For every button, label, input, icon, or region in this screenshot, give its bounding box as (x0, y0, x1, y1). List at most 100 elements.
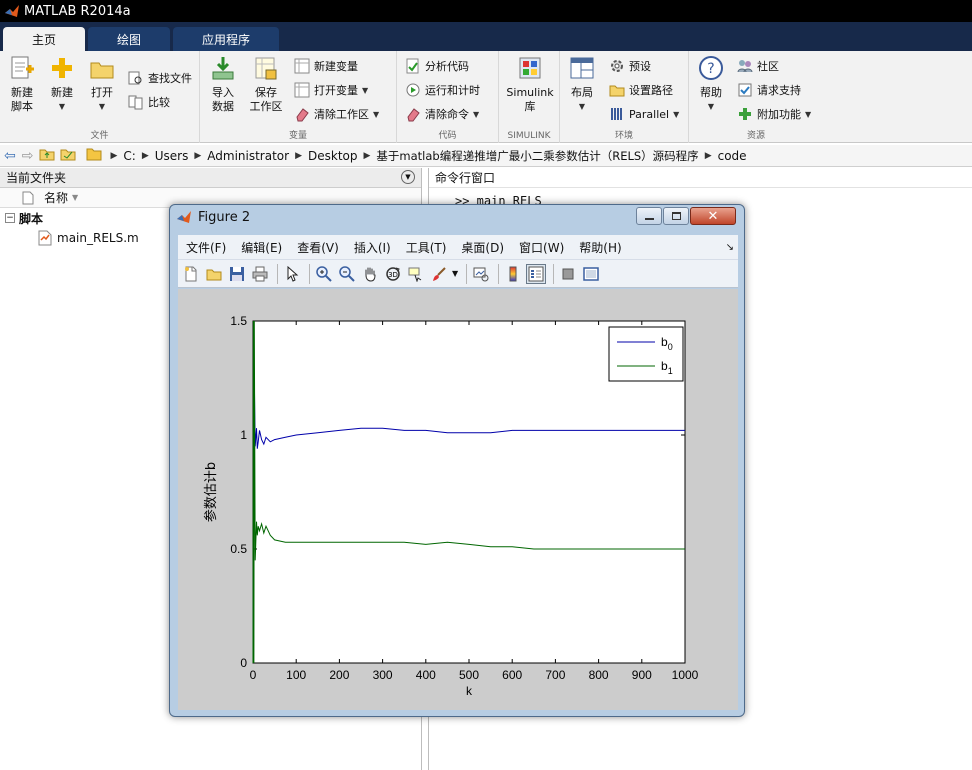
layout-button[interactable]: 布局 ▼ (567, 55, 597, 114)
menu-insert[interactable]: 插入(I) (354, 239, 391, 256)
simulink-library-icon (519, 57, 541, 79)
panel-menu-icon[interactable]: ▼ (401, 170, 415, 184)
figure-toolbar: 3D ▼ (178, 259, 738, 288)
group-simulink: Simulink 库 SIMULINK (499, 51, 560, 143)
back-arrow-icon[interactable]: ⇦ (4, 148, 16, 164)
request-support-button[interactable]: 请求支持 (737, 82, 801, 98)
chevron-down-icon: ▼ (673, 109, 680, 119)
svg-text:?: ? (707, 61, 714, 77)
figure-title-bar: Figure 2 (176, 209, 250, 225)
legend-icon[interactable] (526, 263, 547, 284)
community-button[interactable]: 社区 (737, 58, 779, 74)
new-button[interactable]: 新建 ▼ (46, 55, 78, 114)
breadcrumb-c[interactable]: C: (123, 149, 135, 163)
import-data-button[interactable]: 导入 数据 (208, 55, 238, 114)
new-script-button[interactable]: 新建 脚本 (6, 55, 38, 114)
breadcrumb-users[interactable]: Users (155, 149, 189, 163)
show-plot-tools-icon[interactable] (581, 264, 601, 284)
y-tick-label: 0.5 (230, 542, 247, 556)
simulink-library-button[interactable]: Simulink 库 (505, 55, 555, 114)
find-files-button[interactable]: 查找文件 (128, 70, 192, 86)
pointer-icon[interactable] (282, 264, 302, 284)
collapse-icon[interactable]: − (5, 213, 15, 223)
addons-button[interactable]: 附加功能 ▼ (737, 106, 811, 122)
matlab-logo-icon (5, 5, 19, 17)
chevron-right-icon: ▶ (194, 150, 202, 161)
menu-edit[interactable]: 编辑(E) (241, 239, 282, 256)
chevron-down-icon: ▼ (578, 102, 586, 111)
data-cursor-icon[interactable] (406, 264, 426, 284)
chevron-right-icon: ▶ (295, 150, 302, 161)
open-button[interactable]: 打开 ▼ (86, 55, 118, 114)
parallel-button[interactable]: Parallel ▼ (609, 106, 679, 122)
compare-button[interactable]: 比较 (128, 94, 170, 110)
save-workspace-icon (255, 57, 277, 80)
new-variable-icon (294, 58, 310, 74)
menu-tools[interactable]: 工具(T) (406, 239, 447, 256)
forward-arrow-icon[interactable]: ⇨ (22, 148, 34, 164)
help-button[interactable]: ? 帮助 ▼ (696, 55, 726, 114)
breadcrumb-administrator[interactable]: Administrator (207, 149, 289, 163)
brush-icon[interactable] (429, 264, 449, 284)
menu-help[interactable]: 帮助(H) (579, 239, 621, 256)
close-button[interactable]: ✕ (690, 207, 736, 225)
breadcrumb-code[interactable]: code (718, 149, 747, 163)
figure-canvas: 0 100 200 300 400 500 600 700 800 900 1000 0 0.5 1 1.5… (178, 289, 738, 710)
toolbar-separator (309, 263, 310, 284)
dock-arrow-icon[interactable]: ↘ (726, 242, 734, 253)
up-folder-icon[interactable] (39, 147, 55, 164)
run-and-time-button[interactable]: 运行和计时 (405, 82, 480, 98)
print-icon[interactable] (250, 264, 270, 284)
hide-plot-tools-icon[interactable] (558, 264, 578, 284)
open-variable-button[interactable]: 打开变量 ▼ (294, 82, 368, 98)
figure-window[interactable]: Figure 2 ✕ 文件(F) 编辑(E) 查看(V) 插入(I) 工具(T)… (169, 204, 745, 717)
rotate-3d-icon[interactable]: 3D (383, 264, 403, 284)
folder-path-icon (609, 85, 625, 97)
tab-apps[interactable]: 应用程序 (173, 27, 279, 51)
browse-folder-icon[interactable] (60, 147, 76, 164)
link-plot-icon[interactable] (471, 264, 491, 284)
maximize-button[interactable] (663, 207, 689, 225)
group-code: 分析代码 运行和计时 清除命令 ▼ 代码 (397, 51, 499, 143)
colorbar-icon[interactable] (503, 264, 523, 284)
chevron-down-icon[interactable]: ▼ (452, 269, 458, 278)
menu-window[interactable]: 窗口(W) (519, 239, 564, 256)
x-tick-label: 500 (459, 668, 479, 682)
zoom-in-icon[interactable] (314, 264, 334, 284)
menu-file[interactable]: 文件(F) (186, 239, 226, 256)
group-environment: 布局 ▼ 预设 设置路径 Parallel ▼ 环境 (560, 51, 689, 143)
addons-icon (739, 108, 751, 120)
file-column-icon (22, 191, 34, 204)
plus-icon (52, 58, 72, 78)
folder-icon (86, 147, 102, 164)
eraser-icon (407, 108, 420, 122)
title-bar: MATLAB R2014a (0, 0, 972, 22)
preferences-button[interactable]: 预设 (609, 58, 651, 74)
toolbar-separator (466, 263, 468, 284)
pan-hand-icon[interactable] (360, 264, 380, 284)
set-path-button[interactable]: 设置路径 (609, 82, 673, 98)
open-file-icon[interactable] (204, 264, 224, 284)
analyze-code-button[interactable]: 分析代码 (405, 58, 469, 74)
new-figure-icon[interactable] (181, 264, 201, 284)
breadcrumb-desktop[interactable]: Desktop (308, 149, 358, 163)
current-folder-header: 当前文件夹 ▼ (0, 168, 421, 188)
save-workspace-button[interactable]: 保存 工作区 (246, 55, 286, 114)
save-icon[interactable] (227, 264, 247, 284)
minimize-button[interactable] (636, 207, 662, 225)
breadcrumb-project-folder[interactable]: 基于matlab编程递推增广最小二乘参数估计（RELS）源码程序 (376, 148, 698, 164)
clear-commands-button[interactable]: 清除命令 ▼ (405, 106, 479, 122)
tab-plots[interactable]: 绘图 (88, 27, 170, 51)
rels-parameter-plot[interactable]: 0 100 200 300 400 500 600 700 800 900 1000 0 0.5 1 1.5… (178, 289, 738, 710)
tab-home[interactable]: 主页 (3, 27, 85, 51)
y-tick-label: 0 (240, 656, 247, 670)
new-variable-button[interactable]: 新建变量 (294, 58, 358, 74)
menu-desktop[interactable]: 桌面(D) (461, 239, 504, 256)
zoom-out-icon[interactable] (337, 264, 357, 284)
y-tick-label: 1 (240, 428, 247, 442)
legend[interactable]: b0b1 (608, 326, 684, 382)
clear-workspace-button[interactable]: 清除工作区 ▼ (294, 106, 379, 122)
x-tick-label: 700 (545, 668, 565, 682)
menu-view[interactable]: 查看(V) (297, 239, 339, 256)
compare-icon (128, 95, 143, 110)
